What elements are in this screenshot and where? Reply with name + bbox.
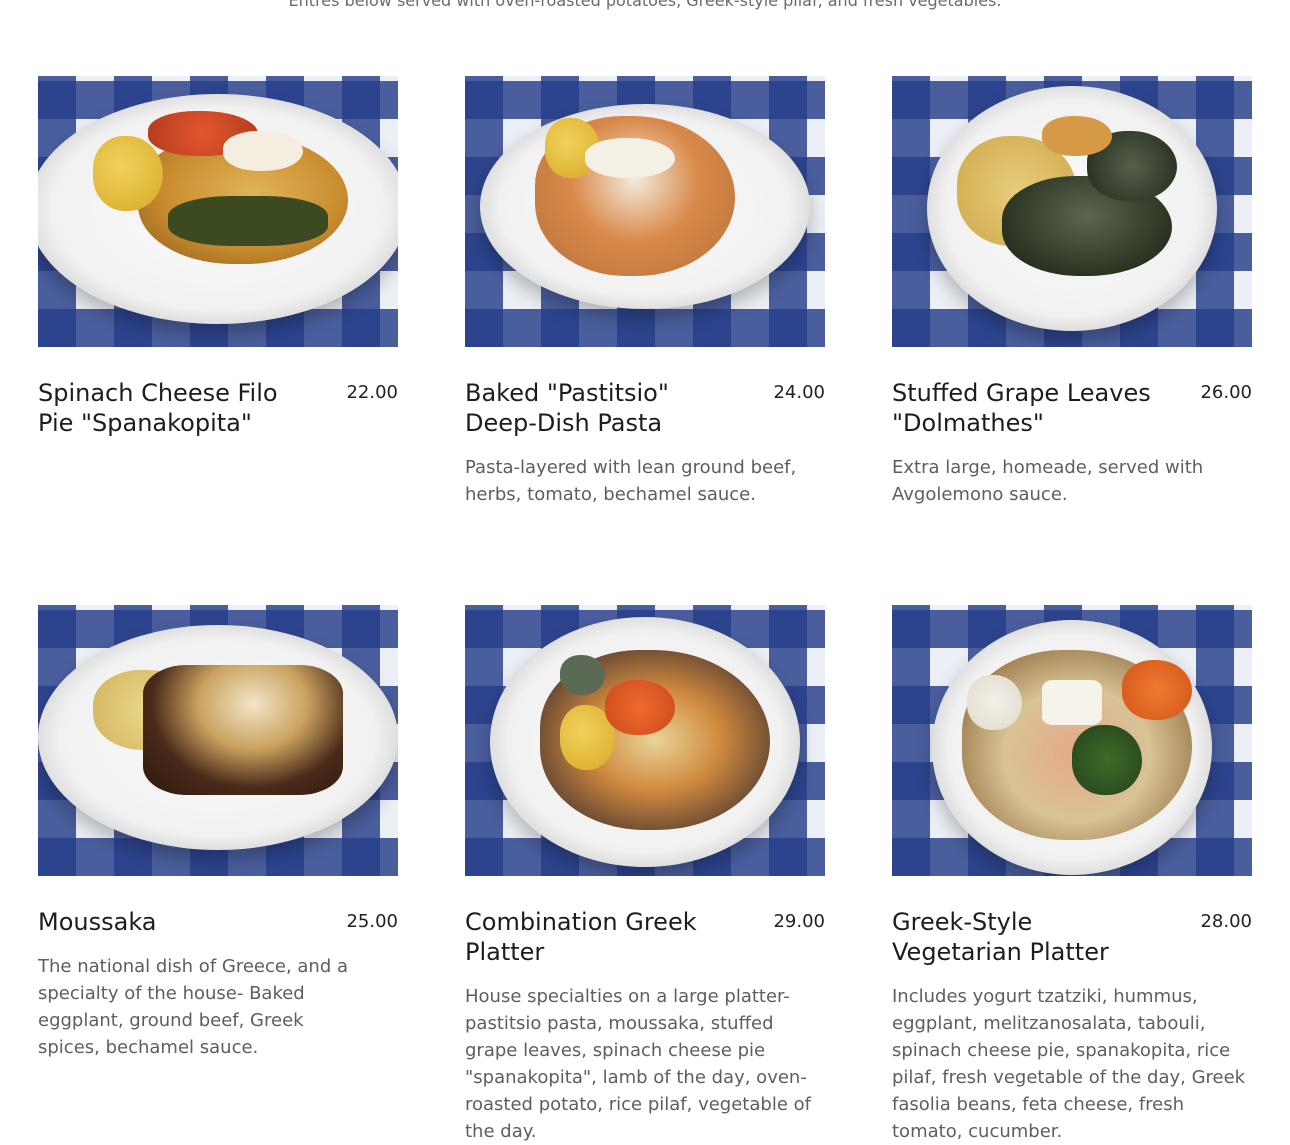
menu-item-name: Baked "Pastitsio" Deep-Dish Pasta xyxy=(465,379,669,437)
dolmathes-photo xyxy=(892,76,1252,347)
menu-item-description: Extra large, homeade, served with Avgole… xyxy=(892,457,1204,505)
menu-item-price: 26.00 xyxy=(1200,382,1252,403)
menu-item-name: Spinach Cheese Filo Pie "Spanakopita" xyxy=(38,379,278,437)
menu-item-description: House specialties on a large platter- pa… xyxy=(465,986,811,1142)
vegetarian-platter-photo xyxy=(892,605,1252,876)
menu-item-price: 24.00 xyxy=(773,382,825,403)
menu-item-card: Combination Greek Platter 29.00 House sp… xyxy=(465,605,825,1142)
moussaka-photo xyxy=(38,605,398,876)
combination-platter-photo xyxy=(465,605,825,876)
spanakopita-photo xyxy=(38,76,398,347)
menu-item-description: The national dish of Greece, and a speci… xyxy=(38,956,349,1058)
menu-item-card: Stuffed Grape Leaves "Dolmathes" 26.00 E… xyxy=(892,76,1252,505)
menu-item-card: Spinach Cheese Filo Pie "Spanakopita" 22… xyxy=(38,76,398,437)
pastitsio-photo xyxy=(465,76,825,347)
menu-item-price: 22.00 xyxy=(346,382,398,403)
menu-item-name: Greek-Style Vegetarian Platter xyxy=(892,908,1109,966)
menu-item-price: 29.00 xyxy=(773,911,825,932)
menu-item-name: Moussaka xyxy=(38,908,157,936)
menu-item-name: Combination Greek Platter xyxy=(465,908,697,966)
menu-item-description: Pasta-layered with lean ground beef, her… xyxy=(465,457,797,505)
menu-item-card: Baked "Pastitsio" Deep-Dish Pasta 24.00 … xyxy=(465,76,825,505)
menu-item-price: 25.00 xyxy=(346,911,398,932)
menu-item-card: Greek-Style Vegetarian Platter 28.00 Inc… xyxy=(892,605,1252,1142)
menu-intro-text: Entres below served with oven-roasted po… xyxy=(288,0,1002,10)
menu-item-name: Stuffed Grape Leaves "Dolmathes" xyxy=(892,379,1151,437)
menu-item-price: 28.00 xyxy=(1200,911,1252,932)
menu-item-card: Moussaka 25.00 The national dish of Gree… xyxy=(38,605,398,1058)
menu-item-description: Includes yogurt tzatziki, hummus, eggpla… xyxy=(892,986,1246,1142)
